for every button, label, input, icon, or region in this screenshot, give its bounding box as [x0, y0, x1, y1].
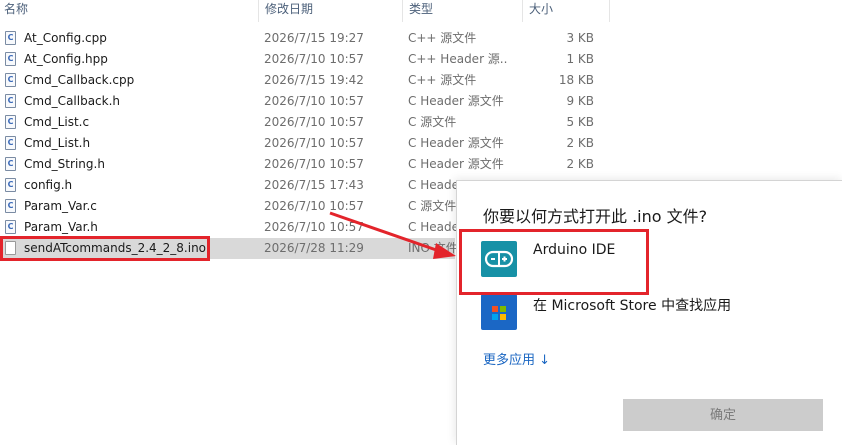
file-name: At_Config.cpp [24, 31, 107, 45]
file-date: 2026/7/10 10:57 [264, 115, 364, 129]
file-type: C Header 源文件 [408, 94, 504, 108]
file-type: C Header 源文件 [408, 157, 504, 171]
annotation-box-file [0, 236, 210, 261]
file-name: Cmd_List.h [24, 136, 91, 150]
dialog-title: 你要以何方式打开此 .ino 文件? [483, 207, 708, 226]
column-header-size[interactable]: 大小 [522, 0, 610, 22]
c-source-icon: C [5, 136, 16, 150]
c-source-icon: C [5, 115, 16, 129]
column-header-row: 名称 修改日期 类型 大小 [0, 0, 842, 22]
file-row[interactable]: C Cmd_Callback.h 2026/7/10 10:57 C Heade… [0, 91, 842, 112]
file-date: 2026/7/10 10:57 [264, 199, 364, 213]
app-option-microsoft-store[interactable]: 在 Microsoft Store 中查找应用 [481, 294, 821, 334]
file-date: 2026/7/10 10:57 [264, 220, 364, 234]
c-source-icon: C [5, 52, 16, 66]
file-size: 1 KB [566, 52, 594, 66]
file-size: 2 KB [566, 157, 594, 171]
column-header-name[interactable]: 名称 [4, 0, 28, 22]
file-date: 2026/7/15 19:27 [264, 31, 364, 45]
file-name: Cmd_String.h [24, 157, 105, 171]
more-apps-link[interactable]: 更多应用 ↓ [483, 349, 550, 368]
file-size: 2 KB [566, 136, 594, 150]
column-header-date[interactable]: 修改日期 [258, 0, 313, 22]
file-name: config.h [24, 178, 73, 192]
c-source-icon: C [5, 178, 16, 192]
file-type: C++ 源文件 [408, 31, 477, 45]
file-date: 2026/7/15 19:42 [264, 73, 364, 87]
file-name: At_Config.hpp [24, 52, 108, 66]
file-type: C++ 源文件 [408, 73, 477, 87]
file-row[interactable]: C Cmd_List.h 2026/7/10 10:57 C Header 源文… [0, 133, 842, 154]
annotation-box-app [459, 229, 649, 295]
file-row[interactable]: C Cmd_Callback.cpp 2026/7/15 19:42 C++ 源… [0, 70, 842, 91]
c-source-icon: C [5, 220, 16, 234]
file-size: 18 KB [558, 73, 594, 87]
open-with-dialog: 你要以何方式打开此 .ino 文件? Arduino IDE 在 Microso… [456, 180, 842, 445]
file-date: 2026/7/10 10:57 [264, 52, 364, 66]
file-name: Param_Var.h [24, 220, 98, 234]
file-row[interactable]: C Cmd_String.h 2026/7/10 10:57 C Header … [0, 154, 842, 175]
microsoft-store-icon [481, 294, 517, 330]
file-row[interactable]: C At_Config.cpp 2026/7/15 19:27 C++ 源文件 … [0, 28, 842, 49]
file-type: C Header 源文件 [408, 136, 504, 150]
file-date: 2026/7/10 10:57 [264, 136, 364, 150]
file-date: 2026/7/28 11:29 [264, 241, 364, 255]
file-date: 2026/7/10 10:57 [264, 157, 364, 171]
c-source-icon: C [5, 157, 16, 171]
file-row[interactable]: C At_Config.hpp 2026/7/10 10:57 C++ Head… [0, 49, 842, 70]
column-header-type[interactable]: 类型 [402, 0, 433, 22]
c-source-icon: C [5, 31, 16, 45]
file-size: 9 KB [566, 94, 594, 108]
ok-button[interactable]: 确定 [623, 399, 823, 431]
file-type: C 源文件 [408, 115, 457, 129]
file-name: Cmd_Callback.cpp [24, 73, 135, 87]
file-size: 3 KB [566, 31, 594, 45]
file-name: Cmd_Callback.h [24, 94, 121, 108]
file-row[interactable]: C Cmd_List.c 2026/7/10 10:57 C 源文件 5 KB [0, 112, 842, 133]
app-label: 在 Microsoft Store 中查找应用 [533, 298, 732, 314]
c-source-icon: C [5, 73, 16, 87]
c-source-icon: C [5, 199, 16, 213]
file-name: Param_Var.c [24, 199, 97, 213]
file-date: 2026/7/10 10:57 [264, 94, 364, 108]
file-name: Cmd_List.c [24, 115, 90, 129]
file-size: 5 KB [566, 115, 594, 129]
c-source-icon: C [5, 94, 16, 108]
file-type: C++ Header 源... [408, 52, 508, 66]
file-date: 2026/7/15 17:43 [264, 178, 364, 192]
